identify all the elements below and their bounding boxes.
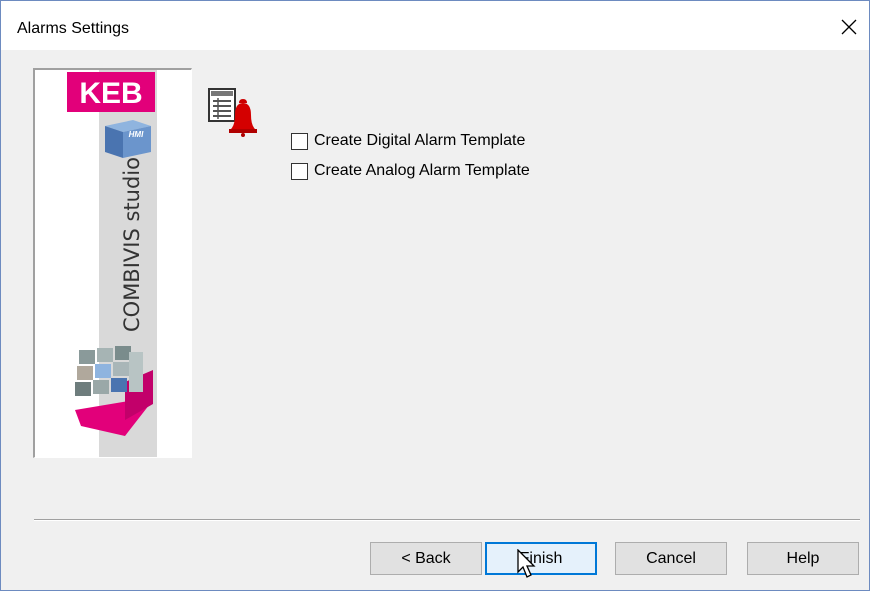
footer-separator <box>34 519 860 521</box>
svg-text:HMI: HMI <box>129 130 144 139</box>
hmi-badge: HMI <box>105 120 151 158</box>
close-button[interactable] <box>829 9 869 45</box>
finish-button[interactable]: Finish <box>485 542 597 575</box>
cancel-button[interactable]: Cancel <box>615 542 727 575</box>
wizard-banner-image: KEB HMI COMBIVIS studio <box>33 68 192 458</box>
window-title: Alarms Settings <box>17 20 130 37</box>
digital-alarm-option[interactable]: Create Digital Alarm Template <box>291 132 525 150</box>
digital-alarm-label: Create Digital Alarm Template <box>314 132 526 149</box>
help-button[interactable]: Help <box>747 542 859 575</box>
keb-logo: KEB <box>67 72 155 112</box>
analog-alarm-option[interactable]: Create Analog Alarm Template <box>291 162 530 180</box>
close-icon <box>841 19 857 35</box>
back-button[interactable]: < Back <box>370 542 482 575</box>
title-bar: Alarms Settings <box>1 1 869 50</box>
svg-text:KEB: KEB <box>79 77 142 110</box>
analog-alarm-label: Create Analog Alarm Template <box>314 162 530 179</box>
product-name: COMBIVIS studio <box>120 157 144 332</box>
digital-alarm-checkbox[interactable] <box>291 132 308 150</box>
alarm-bell-table-icon <box>208 88 257 137</box>
alarms-settings-dialog: Alarms Settings KEB HMI COMBIVIS studio … <box>0 0 870 591</box>
analog-alarm-checkbox[interactable] <box>291 162 308 180</box>
